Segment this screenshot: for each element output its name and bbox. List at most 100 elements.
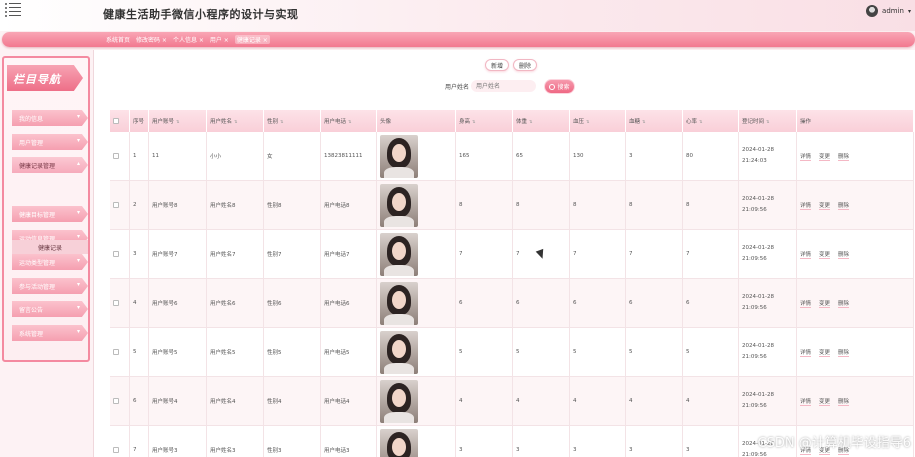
tab-3[interactable]: 用户 ×: [210, 35, 229, 44]
edit-button[interactable]: 变更: [819, 201, 831, 210]
edit-button[interactable]: 变更: [819, 250, 831, 259]
sidebar-item-1[interactable]: 用户管理 ▾: [12, 134, 88, 150]
cell-name: 用户姓名5: [207, 328, 264, 376]
cell-phone: 用户电话3: [321, 426, 377, 457]
tab-1[interactable]: 修改密码 ×: [136, 35, 167, 44]
cell-height: 6: [456, 279, 513, 327]
detail-button[interactable]: 详情: [800, 397, 812, 406]
cell-weight: 6: [513, 279, 570, 327]
cell-phone: 用户电话8: [321, 181, 377, 229]
user-menu[interactable]: admin ▾: [866, 5, 911, 17]
detail-button[interactable]: 详情: [800, 201, 812, 210]
row-checkbox[interactable]: [113, 398, 119, 404]
tab-2[interactable]: 个人信息 ×: [173, 35, 204, 44]
sidebar-item-label: 留言公告: [19, 307, 44, 314]
delete-row-button[interactable]: 删除: [838, 397, 850, 406]
cell-sugar: 3: [626, 426, 683, 457]
sort-icon[interactable]: ⇅: [234, 119, 237, 124]
tab-4[interactable]: 健康记录 ×: [234, 35, 270, 44]
delete-row-button[interactable]: 删除: [838, 152, 850, 161]
checkbox-icon[interactable]: [113, 118, 119, 124]
delete-row-button[interactable]: 删除: [838, 348, 850, 357]
column-header: 血压 ⇅: [570, 110, 626, 132]
cell-name: 用户姓名4: [207, 377, 264, 425]
cell-no: 5: [130, 328, 149, 376]
column-header: 体重 ⇅: [513, 110, 570, 132]
edit-button[interactable]: 变更: [819, 299, 831, 308]
row-checkbox[interactable]: [113, 153, 119, 159]
sidebar-item-5[interactable]: 运动类型管理 ▾: [12, 254, 88, 270]
cell-height: 4: [456, 377, 513, 425]
cell-height: 3: [456, 426, 513, 457]
user-avatar-photo: [380, 134, 418, 178]
delete-row-button[interactable]: 删除: [838, 201, 850, 210]
cell-weight: 4: [513, 377, 570, 425]
detail-button[interactable]: 详情: [800, 152, 812, 161]
chevron-down-icon: ▾: [76, 304, 80, 311]
row-checkbox[interactable]: [113, 251, 119, 257]
sidebar-item-6[interactable]: 参与活动管理 ▾: [12, 278, 88, 294]
column-header-label: 操作: [800, 119, 812, 125]
sidebar-item-2[interactable]: 健康记录管理 ▴: [12, 157, 88, 173]
edit-button[interactable]: 变更: [819, 152, 831, 161]
cell-name: 用户姓名6: [207, 279, 264, 327]
tab-0[interactable]: 系统首页: [106, 35, 130, 44]
row-checkbox[interactable]: [113, 300, 119, 306]
delete-row-button[interactable]: 删除: [838, 250, 850, 259]
sidebar-item-8[interactable]: 系统管理 ▾: [12, 325, 88, 341]
table-row: 4 用户账号6 用户姓名6 性别6 用户电话6 6 6 6 6 6 2024-01-28 21:09…: [110, 279, 914, 328]
row-checkbox-cell: [110, 328, 130, 376]
user-avatar-photo: [380, 428, 418, 457]
cell-bp: 3: [570, 426, 626, 457]
column-header-label: 心率: [686, 119, 698, 125]
sort-icon[interactable]: ⇅: [642, 119, 645, 124]
cell-bp: 8: [570, 181, 626, 229]
cell-account: 用户账号4: [149, 377, 207, 425]
user-avatar-photo: [380, 183, 418, 227]
sidebar-item-3[interactable]: 健康目标管理 ▾: [12, 206, 88, 222]
sort-icon[interactable]: ⇅: [176, 119, 179, 124]
sidebar-item-label: 运动类型管理: [19, 260, 56, 267]
row-checkbox[interactable]: [113, 349, 119, 355]
sort-icon[interactable]: ⇅: [348, 119, 351, 124]
detail-button[interactable]: 详情: [800, 299, 812, 308]
sort-icon[interactable]: ⇅: [766, 119, 769, 124]
cell-no: 2: [130, 181, 149, 229]
sort-icon[interactable]: ⇅: [586, 119, 589, 124]
sidebar-item-7[interactable]: 留言公告 ▾: [12, 301, 88, 317]
search-input[interactable]: [471, 80, 536, 92]
avatar-cell: [377, 132, 456, 180]
column-header: 用户电话 ⇅: [321, 110, 377, 132]
cell-gender: 性别5: [264, 328, 321, 376]
sort-icon[interactable]: ⇅: [472, 119, 475, 124]
delete-row-button[interactable]: 删除: [838, 299, 850, 308]
search-button[interactable]: 搜索: [544, 79, 575, 94]
avatar: [866, 5, 879, 17]
column-header: 登记时间 ⇅: [739, 110, 797, 132]
edit-button[interactable]: 变更: [819, 348, 831, 357]
actions-cell: 详情 变更 删除: [797, 230, 914, 278]
detail-button[interactable]: 详情: [800, 250, 812, 259]
cell-hr: 6: [683, 279, 739, 327]
cell-account: 用户账号6: [149, 279, 207, 327]
chevron-down-icon: ▾: [76, 328, 80, 335]
sort-icon[interactable]: ⇅: [699, 119, 702, 124]
menu-toggle-icon[interactable]: [5, 2, 21, 18]
actions-cell: 详情 变更 删除: [797, 377, 914, 425]
cell-no: 4: [130, 279, 149, 327]
sidebar-item-0[interactable]: 我的信息 ▾: [12, 110, 88, 126]
row-checkbox[interactable]: [113, 202, 119, 208]
cell-weight: 65: [513, 132, 570, 180]
row-checkbox[interactable]: [113, 447, 119, 453]
delete-button[interactable]: 删除: [513, 59, 538, 71]
detail-button[interactable]: 详情: [800, 348, 812, 357]
sidebar-subitem-health-record[interactable]: 健康记录: [12, 240, 88, 254]
edit-button[interactable]: 变更: [819, 397, 831, 406]
select-all-checkbox[interactable]: [110, 110, 130, 132]
column-header: 性别 ⇅: [264, 110, 321, 132]
sort-icon[interactable]: ⇅: [529, 119, 532, 124]
sort-icon[interactable]: ⇅: [280, 119, 283, 124]
cell-no: 6: [130, 377, 149, 425]
tab-list: 系统首页 修改密码 × 个人信息 × 用户 × 健康记录 ×: [106, 35, 270, 44]
add-button[interactable]: 新增: [485, 59, 510, 71]
